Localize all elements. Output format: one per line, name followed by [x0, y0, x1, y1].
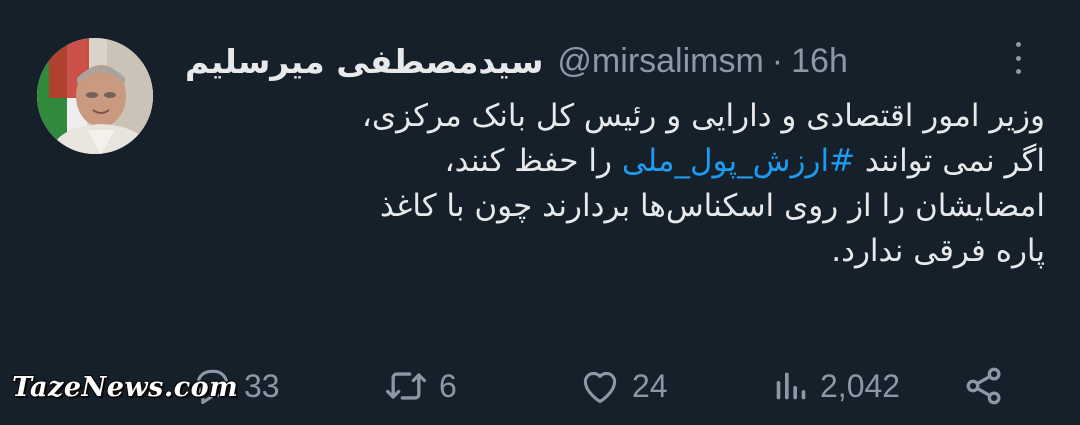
views-count: 2,042	[820, 367, 901, 404]
tweet-text-line-3: امضایشان را از روی اسکناس‌ها بردارند چون…	[379, 188, 1045, 224]
tweet-text-line-1: وزیر امور اقتصادی و دارایی و رئیس کل بان…	[361, 98, 1045, 134]
share-icon	[966, 367, 1001, 405]
retweet-count: 6	[439, 367, 457, 404]
share-button[interactable]	[962, 358, 1016, 414]
author-handle[interactable]: @mirsalimsm	[557, 42, 763, 81]
tweet-text-fragment: را حفظ کنند،	[444, 143, 622, 179]
like-button[interactable]: 24	[578, 358, 668, 414]
tweet-text-line-4: پاره فرقی ندارد.	[831, 233, 1045, 269]
retweet-icon	[386, 372, 426, 400]
separator-dot: ·	[771, 41, 784, 80]
avatar[interactable]	[37, 38, 153, 154]
tweet-text-line-2: اگر نمی توانند #ارزش_پول_ملی را حفظ کنند…	[185, 139, 1045, 184]
heart-icon	[583, 371, 617, 404]
watermark-text: TazeNews.com	[12, 372, 239, 403]
tweet-header: سیدمصطفی میرسلیم @mirsalimsm · 16h	[185, 36, 848, 86]
tweet-text: وزیر امور اقتصادی و دارایی و رئیس کل بان…	[185, 94, 1045, 274]
retweet-button[interactable]: 6	[383, 358, 457, 414]
hashtag-link[interactable]: #ارزش_پول_ملی	[622, 143, 855, 179]
like-count: 24	[632, 367, 668, 404]
views-button[interactable]: 2,042	[770, 358, 900, 414]
more-options-icon[interactable]	[1005, 38, 1031, 78]
views-bar-chart-icon	[776, 372, 806, 400]
tweet-text-fragment: اگر نمی توانند	[855, 143, 1045, 179]
tweet[interactable]: سیدمصطفی میرسلیم @mirsalimsm · 16h وزیر …	[0, 0, 1080, 425]
author-display-name[interactable]: سیدمصطفی میرسلیم	[185, 42, 543, 81]
tweet-timestamp[interactable]: 16h	[791, 42, 848, 81]
reply-count: 33	[244, 367, 280, 404]
